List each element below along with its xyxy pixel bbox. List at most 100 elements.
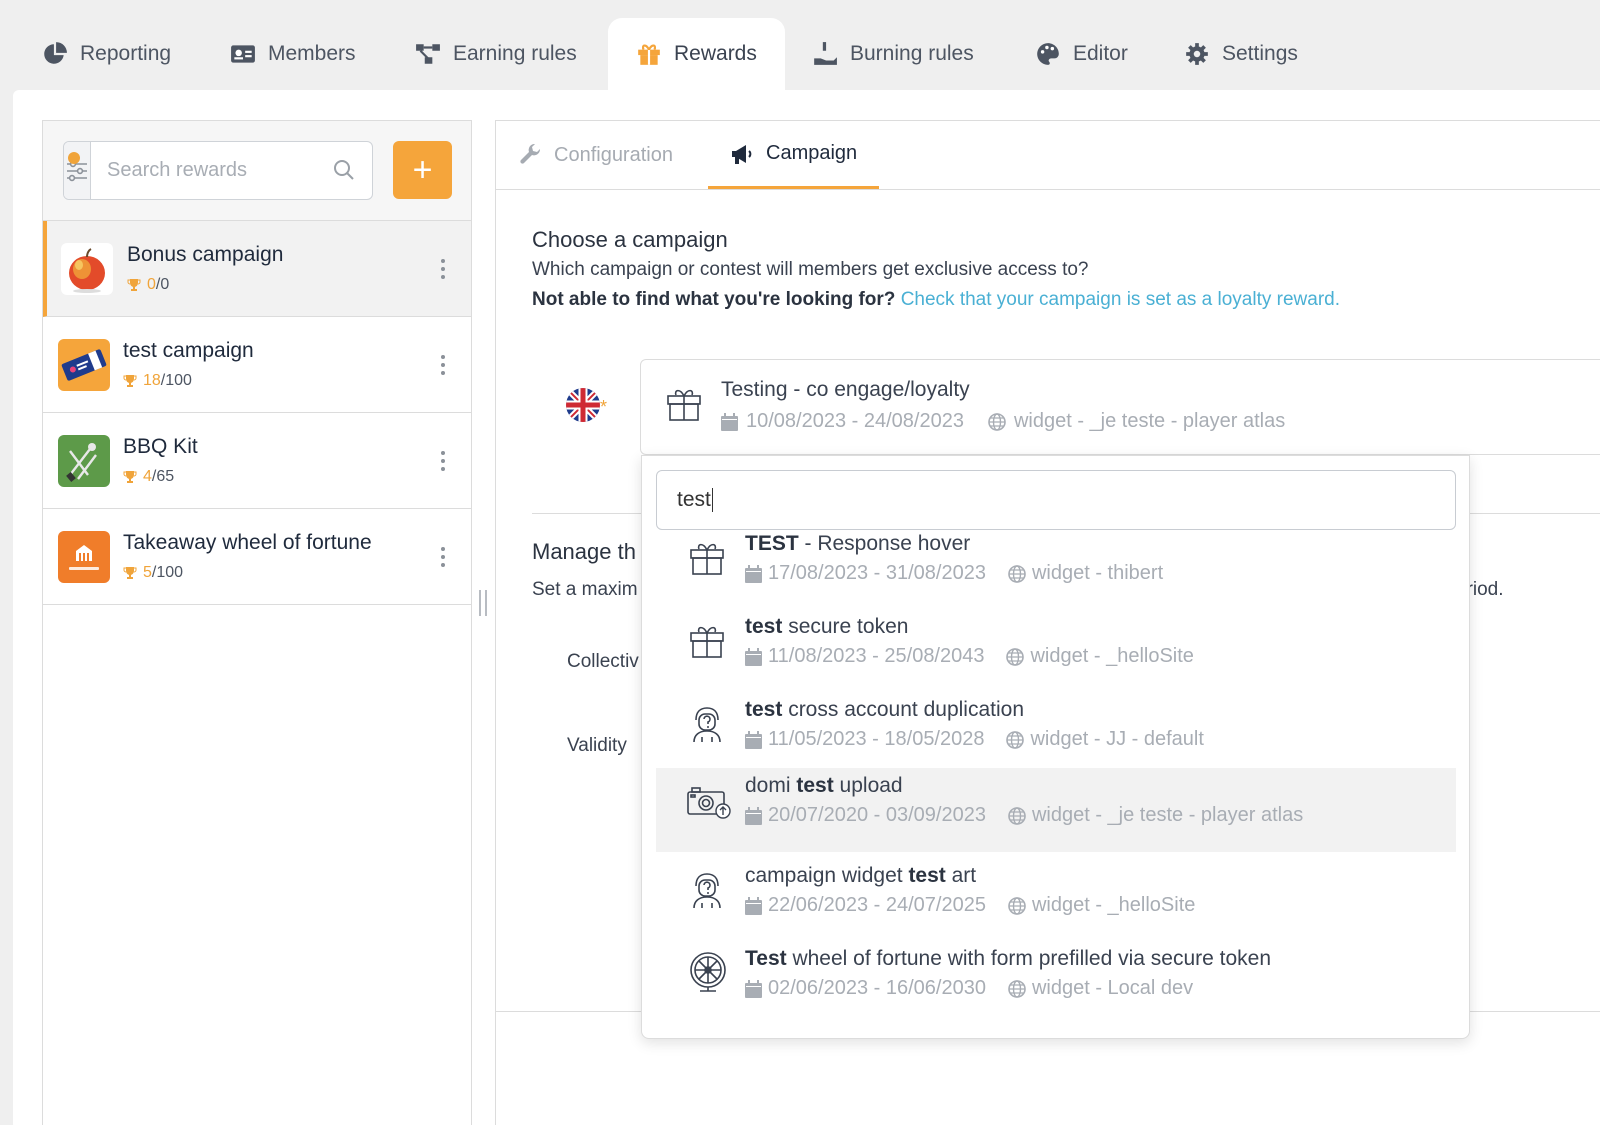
- option-channel: widget - _helloSite: [1030, 645, 1194, 667]
- globe-icon: [1008, 564, 1026, 583]
- option-channel: widget - thibert: [1031, 562, 1164, 584]
- tab-label: Campaign: [766, 142, 858, 164]
- loyalty-reward-link[interactable]: Check that your campaign is set as a loy…: [901, 289, 1340, 310]
- megaphone-icon: [732, 144, 752, 164]
- reward-list-item[interactable]: BBQ Kit 4/65: [43, 413, 471, 509]
- nav-tab-burning-rules[interactable]: Burning rules: [784, 18, 1002, 90]
- calendar-icon: [745, 896, 762, 915]
- globe-icon: [1008, 896, 1026, 915]
- search-box: [63, 141, 373, 200]
- reward-total: /0: [155, 276, 170, 293]
- globe-icon: [988, 412, 1006, 431]
- calendar-icon: [745, 730, 762, 749]
- option-channel: widget - _je teste - player atlas: [1031, 804, 1304, 826]
- nav-tab-rewards[interactable]: Rewards: [608, 18, 785, 90]
- camera-upload-icon: [687, 787, 731, 819]
- validity-label: Validity: [567, 735, 627, 756]
- uk-flag-icon[interactable]: [566, 388, 600, 422]
- reward-total: /65: [151, 468, 175, 485]
- reward-used: 5: [143, 564, 152, 581]
- option-dates: 22/06/2023 - 24/07/2025: [768, 894, 986, 916]
- tab-campaign[interactable]: Campaign: [708, 121, 880, 189]
- calendar-icon: [745, 806, 762, 825]
- campaign-search-input[interactable]: test: [656, 470, 1456, 530]
- campaign-search-query: test: [677, 488, 711, 511]
- wrench-icon: [520, 144, 541, 164]
- more-options-icon[interactable]: [441, 451, 447, 471]
- reward-thumbnail-apple: [61, 243, 113, 295]
- tabs-divider: [496, 189, 1600, 190]
- id-card-icon: [231, 45, 255, 63]
- trophy-icon: [123, 471, 137, 483]
- collective-limit-label: Collectiv: [567, 651, 639, 672]
- dropdown-option[interactable]: test cross account duplication 11/05/202…: [656, 692, 1456, 776]
- dropdown-option[interactable]: campaign widget test art 22/06/2023 - 24…: [656, 858, 1456, 942]
- reward-stock: 0/0: [127, 276, 169, 294]
- selected-campaign-title: Testing - co engage/loyalty: [721, 378, 970, 401]
- option-channel: widget - _helloSite: [1031, 894, 1196, 916]
- globe-icon: [1008, 979, 1026, 998]
- filter-button[interactable]: [64, 142, 91, 199]
- more-options-icon[interactable]: [441, 259, 447, 279]
- text-caret: [711, 488, 713, 512]
- add-reward-button[interactable]: +: [393, 141, 452, 199]
- reward-used: 0: [147, 276, 156, 293]
- option-title-post: art: [945, 864, 977, 887]
- reward-used: 4: [143, 468, 152, 485]
- selected-campaign-dates: 10/08/2023 - 24/08/2023: [746, 410, 964, 432]
- trophy-icon: [123, 567, 137, 579]
- tab-label: Configuration: [554, 143, 673, 166]
- nav-tab-label: Editor: [1073, 42, 1128, 65]
- reward-thumbnail-takeaway-logo: [58, 531, 110, 583]
- gift-box-icon: [690, 543, 724, 575]
- reward-total: /100: [151, 564, 184, 581]
- gift-box-icon: [667, 389, 701, 421]
- wheel-icon: [690, 952, 726, 992]
- option-channel: widget - Local dev: [1031, 977, 1194, 999]
- more-options-icon[interactable]: [441, 547, 447, 567]
- option-title-match: test: [908, 864, 946, 887]
- search-rewards-input[interactable]: [91, 142, 372, 199]
- nav-tab-earning-rules[interactable]: Earning rules: [387, 18, 605, 90]
- nav-tab-reporting[interactable]: Reporting: [14, 18, 199, 90]
- reward-thumbnail-bbq-tools: [58, 435, 110, 487]
- selected-campaign-channel: widget - _je teste - player atlas: [1013, 410, 1286, 432]
- gift-icon: [638, 44, 660, 65]
- nav-tab-settings[interactable]: Settings: [1156, 18, 1326, 90]
- option-title-match: Test: [745, 947, 787, 970]
- dropdown-option[interactable]: test secure token 11/08/2023 - 25/08/204…: [656, 609, 1456, 693]
- globe-icon: [1008, 806, 1026, 825]
- gear-icon: [1186, 43, 1208, 65]
- reward-thumbnail-ticket: [58, 339, 110, 391]
- trophy-icon: [127, 279, 141, 291]
- more-options-icon[interactable]: [441, 355, 447, 375]
- reward-list-item[interactable]: test campaign 18/100: [43, 317, 471, 413]
- calendar-icon: [745, 979, 762, 998]
- search-icon[interactable]: [332, 158, 356, 182]
- option-dates: 11/08/2023 - 25/08/2043: [768, 645, 985, 667]
- nav-tab-members[interactable]: Members: [202, 18, 384, 90]
- dropdown-option[interactable]: TEST - Response hover 17/08/2023 - 31/08…: [656, 526, 1456, 610]
- campaign-select[interactable]: Testing - co engage/loyalty 10/08/2023 -…: [640, 359, 1600, 455]
- option-title-post: - Response hover: [798, 532, 971, 555]
- trophy-icon: [123, 375, 137, 387]
- nav-tab-editor[interactable]: Editor: [1007, 18, 1156, 90]
- panel-resize-handle[interactable]: [478, 590, 490, 616]
- quiz-person-icon: [693, 707, 721, 743]
- option-title-post: cross account duplication: [782, 698, 1024, 721]
- dropdown-option[interactable]: Test wheel of fortune with form prefille…: [656, 941, 1456, 1025]
- globe-icon: [1006, 730, 1025, 749]
- tab-configuration[interactable]: Configuration: [520, 121, 673, 189]
- dropdown-option[interactable]: domi test upload 20/07/2020 - 03/09/2023…: [656, 768, 1456, 852]
- hand-coin-icon: [814, 42, 837, 65]
- reward-list-item[interactable]: Bonus campaign 0/0: [43, 221, 471, 317]
- option-dates: 20/07/2020 - 03/09/2023: [768, 804, 986, 826]
- option-title-match: test: [745, 615, 783, 638]
- option-channel: widget - JJ - default: [1030, 728, 1204, 750]
- network-icon: [416, 44, 440, 64]
- selected-campaign-meta: 10/08/2023 - 24/08/2023 widget - _je tes…: [721, 410, 1285, 433]
- campaign-hint: Not able to find what you're looking for…: [532, 289, 1340, 311]
- option-title-match: test: [745, 698, 783, 721]
- reward-list-item[interactable]: Takeaway wheel of fortune 5/100: [43, 509, 471, 605]
- calendar-icon: [721, 412, 738, 431]
